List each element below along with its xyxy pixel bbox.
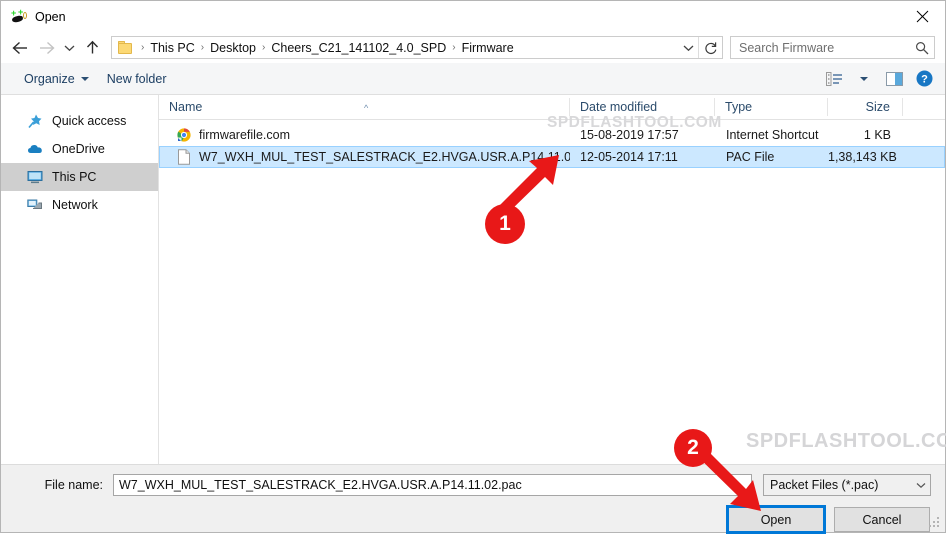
chevron-down-icon — [912, 482, 930, 489]
help-button[interactable]: ? — [909, 67, 939, 91]
resize-grip-icon[interactable] — [929, 517, 941, 529]
forward-arrow-icon — [39, 41, 55, 54]
internet-shortcut-icon — [176, 127, 192, 143]
chevron-down-icon — [64, 45, 74, 51]
preview-pane-button[interactable] — [879, 67, 909, 91]
refresh-button[interactable] — [698, 37, 722, 58]
organize-label: Organize — [24, 71, 75, 86]
breadcrumb-separator: › — [262, 42, 266, 53]
back-arrow-icon — [11, 41, 27, 54]
folder-icon — [118, 40, 134, 55]
star-pin-icon — [27, 113, 43, 129]
column-header-date-modified[interactable]: Date modified — [569, 98, 714, 116]
breadcrumb-separator: › — [452, 42, 456, 53]
search-icon — [910, 41, 934, 55]
chevron-down-icon — [80, 76, 89, 81]
file-list-pane: Name ^ Date modified Type Size firmwaref… — [159, 95, 945, 464]
sidebar-item-quick-access[interactable]: Quick access — [1, 107, 158, 135]
close-button[interactable] — [899, 1, 945, 31]
file-name-row: File name: W7_WXH_MUL_TEST_SALESTRACK_E2… — [15, 465, 931, 496]
file-type-cell: Internet Shortcut — [726, 128, 819, 142]
file-name-cell: W7_WXH_MUL_TEST_SALESTRACK_E2.HVGA.USR.A… — [160, 149, 570, 165]
sidebar-item-label: Quick access — [52, 114, 127, 128]
blank-file-icon — [176, 149, 192, 165]
chevron-down-icon — [683, 45, 693, 51]
column-header-name[interactable]: Name ^ — [159, 98, 569, 116]
column-header-type[interactable]: Type — [714, 98, 827, 116]
forward-button[interactable] — [33, 36, 59, 60]
file-date-cell: 12-05-2014 17:11 — [580, 150, 678, 164]
view-options-button[interactable] — [819, 67, 849, 91]
recent-locations-button[interactable] — [59, 36, 79, 60]
refresh-icon — [704, 41, 716, 54]
preview-pane-icon — [885, 71, 903, 86]
open-file-dialog: + + Open › This PC › Desktop › Cheers_C2… — [0, 0, 946, 534]
file-type-select[interactable]: Packet Files (*.pac) — [763, 474, 931, 496]
file-type-value: Packet Files (*.pac) — [770, 478, 879, 492]
table-row[interactable]: firmwarefile.com 15-08-2019 17:57 Intern… — [159, 124, 945, 146]
back-button[interactable] — [7, 36, 33, 60]
sidebar-item-label: This PC — [52, 170, 97, 184]
monitor-icon — [27, 169, 43, 185]
sidebar-item-this-pc[interactable]: This PC — [1, 163, 158, 191]
column-label: Name — [169, 100, 203, 114]
sidebar-item-label: Network — [52, 198, 98, 212]
up-arrow-icon — [86, 40, 98, 54]
file-name-input[interactable]: W7_WXH_MUL_TEST_SALESTRACK_E2.HVGA.USR.A… — [113, 474, 752, 496]
chevron-down-icon — [860, 76, 868, 81]
file-name-label: File name: — [44, 478, 103, 492]
search-input[interactable]: Search Firmware — [731, 41, 910, 55]
sort-ascending-icon: ^ — [364, 103, 369, 113]
sidebar-item-network[interactable]: Network — [1, 191, 158, 219]
navigation-sidebar: Quick access OneDrive This PC Network — [1, 95, 159, 464]
column-header-size[interactable]: Size — [827, 98, 902, 116]
open-button[interactable]: Open — [726, 505, 826, 534]
address-bar[interactable]: › This PC › Desktop › Cheers_C21_141102_… — [111, 36, 723, 59]
title-bar: + + Open — [1, 1, 945, 32]
spd-flash-tool-icon: + + — [11, 7, 27, 25]
close-icon — [916, 10, 928, 22]
file-rows: firmwarefile.com 15-08-2019 17:57 Intern… — [159, 120, 945, 168]
breadcrumb-cheers-folder[interactable]: Cheers_C21_141102_4.0_SPD — [268, 41, 449, 55]
table-row[interactable]: W7_WXH_MUL_TEST_SALESTRACK_E2.HVGA.USR.A… — [159, 146, 945, 168]
file-size-cell: 1,38,143 KB — [828, 150, 897, 164]
annotation-badge-1: 1 — [485, 204, 525, 244]
navigation-bar: › This PC › Desktop › Cheers_C21_141102_… — [1, 32, 945, 63]
file-name-text: W7_WXH_MUL_TEST_SALESTRACK_E2.HVGA.USR.A… — [199, 150, 570, 164]
view-list-icon — [825, 71, 842, 86]
dialog-buttons: Open Cancel — [15, 496, 931, 534]
command-toolbar: Organize New folder ? — [1, 63, 945, 95]
file-size-cell: 1 KB — [863, 128, 891, 142]
breadcrumb-this-pc[interactable]: This PC — [147, 41, 197, 55]
dialog-footer: File name: W7_WXH_MUL_TEST_SALESTRACK_E2… — [1, 464, 945, 534]
dialog-body: Quick access OneDrive This PC Network Na… — [1, 95, 945, 464]
search-box[interactable]: Search Firmware — [730, 36, 935, 59]
svg-text:?: ? — [921, 74, 928, 86]
breadcrumb-separator: › — [141, 42, 145, 53]
network-icon — [27, 197, 43, 213]
up-button[interactable] — [79, 36, 105, 60]
breadcrumb-firmware[interactable]: Firmware — [459, 41, 517, 55]
file-name-cell: firmwarefile.com — [160, 127, 570, 143]
new-folder-button[interactable]: New folder — [98, 69, 176, 89]
cancel-button[interactable]: Cancel — [834, 507, 930, 532]
breadcrumb-desktop[interactable]: Desktop — [207, 41, 259, 55]
window-title: Open — [35, 9, 66, 24]
annotation-badge-2: 2 — [674, 429, 712, 467]
column-header-filler — [902, 98, 945, 116]
file-type-cell: PAC File — [726, 150, 775, 164]
help-icon: ? — [916, 70, 932, 87]
cloud-icon — [27, 141, 43, 157]
column-header-row: Name ^ Date modified Type Size — [159, 95, 945, 120]
view-dropdown-button[interactable] — [849, 67, 879, 91]
sidebar-item-onedrive[interactable]: OneDrive — [1, 135, 158, 163]
sidebar-item-label: OneDrive — [52, 142, 105, 156]
breadcrumb-separator: › — [200, 42, 205, 53]
new-folder-label: New folder — [106, 71, 167, 86]
file-name-text: firmwarefile.com — [199, 128, 290, 142]
file-date-cell: 15-08-2019 17:57 — [580, 128, 679, 142]
address-dropdown-button[interactable] — [678, 44, 698, 52]
organize-button[interactable]: Organize — [15, 69, 98, 89]
